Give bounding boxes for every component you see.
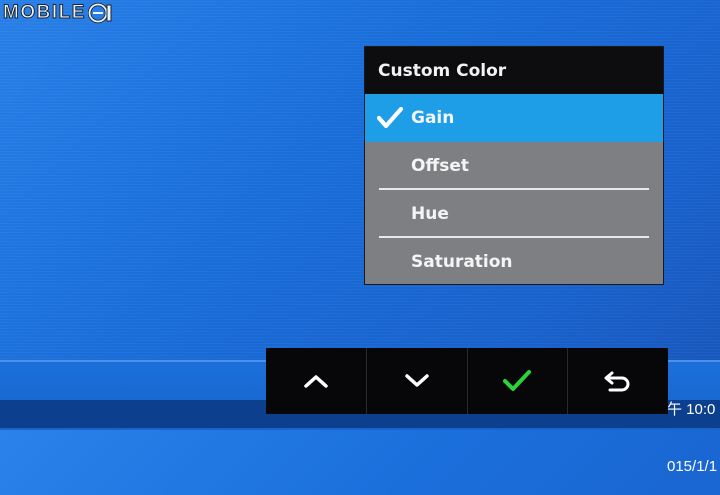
return-icon — [604, 371, 630, 392]
menu-item-saturation[interactable]: Saturation — [365, 238, 663, 286]
watermark-text: MOBILE — [3, 2, 86, 24]
check-icon — [376, 106, 404, 134]
menu-item-label: Saturation — [411, 252, 513, 272]
watermark-emblem-icon — [87, 2, 112, 24]
clock-date: 015/1/1 — [667, 458, 718, 475]
clock-time: 午 10:0 — [667, 401, 716, 418]
menu-item-offset[interactable]: Offset — [365, 142, 663, 190]
chevron-down-icon — [404, 374, 429, 387]
chevron-up-icon — [304, 375, 328, 388]
down-button[interactable] — [367, 348, 468, 414]
osd-custom-color-menu: Custom Color Gain Offset Hue Saturation — [364, 46, 664, 285]
checkmark-icon — [503, 370, 532, 391]
menu-item-label: Gain — [411, 108, 455, 128]
watermark-logo: MOBILE — [3, 1, 114, 25]
menu-item-label: Hue — [411, 204, 449, 224]
menu-item-label: Offset — [411, 156, 469, 176]
menu-item-gain[interactable]: Gain — [365, 94, 663, 142]
taskbar-clock[interactable]: 午 10:0 015/1/1 — [667, 362, 717, 495]
confirm-button[interactable] — [468, 348, 569, 414]
menu-item-hue[interactable]: Hue — [365, 190, 663, 238]
back-button[interactable] — [568, 348, 668, 414]
osd-navigation-bar — [266, 348, 668, 414]
up-button[interactable] — [266, 348, 367, 414]
menu-title: Custom Color — [365, 47, 663, 94]
